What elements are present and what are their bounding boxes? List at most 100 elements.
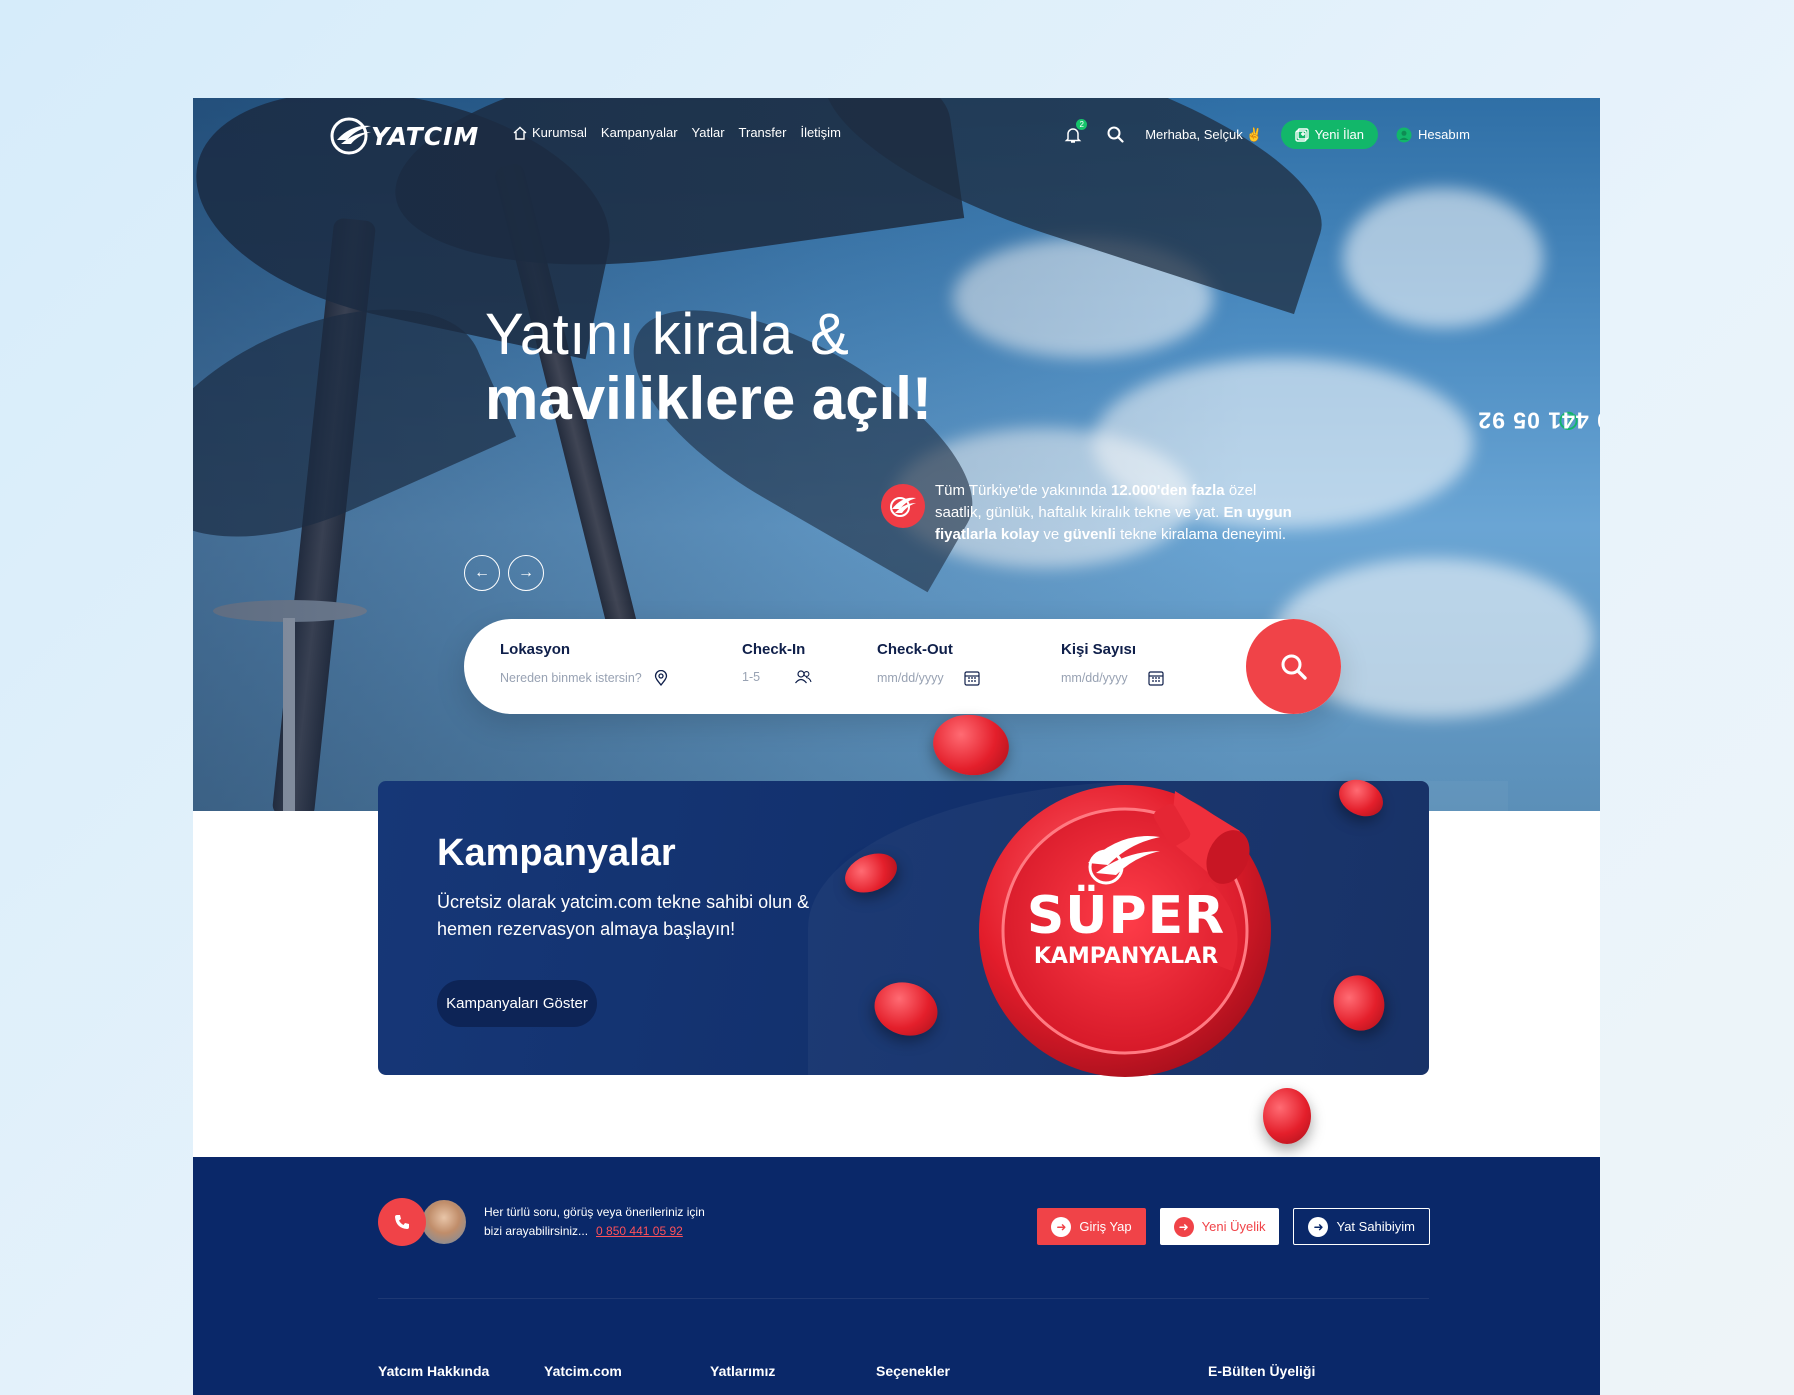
guests-label: Kişi Sayısı	[1061, 641, 1137, 658]
menu-item-kurumsal[interactable]: Kurumsal	[513, 125, 587, 140]
hero-title-line1: Yatını kirala &	[485, 302, 850, 367]
desc-part: tekne kiralama deneyimi.	[1115, 526, 1287, 543]
footer: Her türlü soru, görüş veya önerileriniz …	[193, 1157, 1600, 1395]
checkout-label: Check-Out	[877, 641, 953, 658]
contact-line1: Her türlü soru, görüş veya önerileriniz …	[484, 1205, 705, 1219]
register-button[interactable]: ➜ Yeni Üyelik	[1159, 1208, 1280, 1245]
top-nav: YATCIM Kurumsal Kampanyalar Yatlar Trans…	[193, 98, 1600, 170]
brand-badge-icon	[881, 484, 925, 528]
menu-item-yatlar[interactable]: Yatlar	[692, 125, 725, 140]
checkin-input[interactable]: 1-5	[742, 670, 812, 684]
footer-divider	[378, 1298, 1429, 1299]
greeting-text: Merhaba, Selçuk ✌	[1145, 127, 1262, 143]
arrow-right-icon: ➜	[1308, 1216, 1329, 1237]
campaign-title: Kampanyalar	[437, 832, 676, 874]
search-submit-button[interactable]	[1246, 619, 1341, 714]
user-icon	[1396, 127, 1412, 142]
menu-label: Kurumsal	[532, 125, 587, 140]
checkin-value: 1-5	[742, 670, 761, 684]
account-link[interactable]: Hesabım	[1396, 127, 1470, 143]
calendar-icon	[1148, 671, 1164, 686]
logo-text: YATCIM	[371, 121, 480, 151]
campaign-subtitle: Ücretsiz olarak yatcim.com tekne sahibi …	[437, 892, 810, 939]
guests-field[interactable]: Kişi Sayısı mm/dd/yyyy	[1061, 641, 1164, 686]
footer-contact-text: Her türlü soru, görüş veya önerileriniz …	[484, 1203, 705, 1241]
hero-section: YATCIM Kurumsal Kampanyalar Yatlar Trans…	[193, 98, 1600, 811]
hero-title: Yatını kirala & maviliklere açıl!	[485, 303, 932, 431]
floating-coin	[1263, 1088, 1311, 1144]
side-phone-number[interactable]: ✆ 0 850 441 05 92	[1477, 310, 1600, 530]
login-label: Giriş Yap	[1079, 1219, 1132, 1234]
yacht-owner-button[interactable]: ➜ Yat Sahibiyim	[1293, 1208, 1430, 1245]
hero-title-line2: maviliklere açıl!	[485, 365, 932, 432]
checkout-placeholder: mm/dd/yyyy	[877, 671, 944, 685]
guests-placeholder: mm/dd/yyyy	[1061, 671, 1128, 685]
arrow-right-icon: ➜	[1173, 1216, 1194, 1237]
add-listing-icon	[1294, 127, 1309, 142]
notification-badge: 2	[1076, 118, 1088, 130]
search-icon	[1281, 654, 1307, 680]
footer-col-about: Yatcım Hakkında	[378, 1363, 490, 1379]
desc-part: ve	[1039, 526, 1064, 543]
slider-controls: ← →	[464, 555, 544, 591]
account-label: Hesabım	[1417, 127, 1470, 142]
search-icon	[1107, 126, 1124, 143]
footer-contact: Her türlü soru, görüş veya önerileriniz …	[378, 1198, 705, 1246]
arrow-right-icon: →	[518, 564, 534, 581]
footer-col-newsletter: E-Bülten Üyeliği	[1208, 1363, 1316, 1379]
map-pin-icon	[654, 670, 667, 686]
search-bar: Lokasyon Nereden binmek istersin? Check-…	[464, 619, 1341, 714]
arrow-left-icon: ←	[474, 564, 490, 581]
footer-col-yachts: Yatlarımız	[710, 1363, 776, 1379]
menu-item-kampanyalar[interactable]: Kampanyalar	[601, 125, 678, 140]
checkout-field[interactable]: Check-Out mm/dd/yyyy	[877, 641, 980, 686]
next-arrow-button[interactable]: →	[508, 555, 544, 591]
arrow-right-icon: ➜	[1051, 1216, 1072, 1237]
notification-button[interactable]: 2	[1061, 118, 1088, 147]
footer-col-site: Yatcim.com	[544, 1363, 622, 1379]
phone-icon	[395, 1215, 409, 1229]
guests-input[interactable]: mm/dd/yyyy	[1061, 670, 1164, 686]
logo-wave-icon	[330, 117, 371, 155]
users-icon	[795, 670, 812, 684]
location-label: Lokasyon	[500, 641, 571, 658]
location-input[interactable]: Nereden binmek istersin?	[500, 670, 668, 686]
search-button[interactable]	[1103, 123, 1127, 147]
owner-label: Yat Sahibiyim	[1336, 1219, 1415, 1234]
checkout-input[interactable]: mm/dd/yyyy	[877, 670, 980, 686]
hero-description: Tüm Türkiye'de yakınında 12.000'den fazl…	[881, 480, 1301, 546]
badge-line2: KAMPANYALAR	[1033, 944, 1219, 969]
footer-col-options: Seçenekler	[876, 1363, 950, 1379]
badge-line1: SÜPER	[1026, 886, 1226, 946]
desc-highlight: güvenli	[1063, 526, 1116, 543]
prev-arrow-button[interactable]: ←	[464, 555, 500, 591]
footer-actions: ➜ Giriş Yap ➜ Yeni Üyelik ➜ Yat Sahibiyim	[1037, 1208, 1430, 1245]
calendar-icon	[964, 671, 980, 686]
campaign-banner: Kampanyalar Ücretsiz olarak yatcim.com t…	[378, 772, 1508, 1144]
checkin-field[interactable]: Check-In 1-5	[742, 641, 812, 684]
hero-description-text: Tüm Türkiye'de yakınında 12.000'den fazl…	[935, 480, 1301, 546]
desc-highlight: 12.000'den fazla	[1111, 482, 1225, 499]
show-campaigns-button[interactable]: Kampanyaları Göster	[437, 980, 597, 1027]
footer-phone-link[interactable]: 0 850 441 05 92	[596, 1224, 683, 1238]
home-icon	[513, 126, 527, 140]
phone-call-button[interactable]	[378, 1198, 426, 1246]
nav-actions: 2 Merhaba, Selçuk ✌ Yeni İlan Hesabım	[1061, 118, 1470, 149]
menu-item-transfer[interactable]: Transfer	[739, 125, 787, 140]
checkin-label: Check-In	[742, 641, 806, 658]
main-menu: Kurumsal Kampanyalar Yatlar Transfer İle…	[513, 125, 841, 140]
location-field[interactable]: Lokasyon Nereden binmek istersin?	[500, 641, 668, 686]
new-listing-button[interactable]: Yeni İlan	[1280, 120, 1378, 149]
contact-line2-text: bizi arayabilirsiniz...	[484, 1224, 589, 1238]
location-placeholder: Nereden binmek istersin?	[500, 671, 642, 685]
logo[interactable]: YATCIM	[329, 116, 479, 156]
register-label: Yeni Üyelik	[1201, 1219, 1266, 1234]
footer-columns: Yatcım Hakkında Yatcim.com Yatlarımız Se…	[378, 1363, 1429, 1383]
page-frame: YATCIM Kurumsal Kampanyalar Yatlar Trans…	[193, 98, 1600, 1395]
menu-item-iletisim[interactable]: İletişim	[800, 125, 840, 140]
new-listing-label: Yeni İlan	[1314, 127, 1364, 142]
login-button[interactable]: ➜ Giriş Yap	[1037, 1208, 1146, 1245]
support-agent-avatar	[420, 1198, 468, 1246]
phone-label: 0 850 441 05 92	[1477, 407, 1600, 434]
greeting-label: Merhaba, Selçuk	[1145, 126, 1243, 142]
